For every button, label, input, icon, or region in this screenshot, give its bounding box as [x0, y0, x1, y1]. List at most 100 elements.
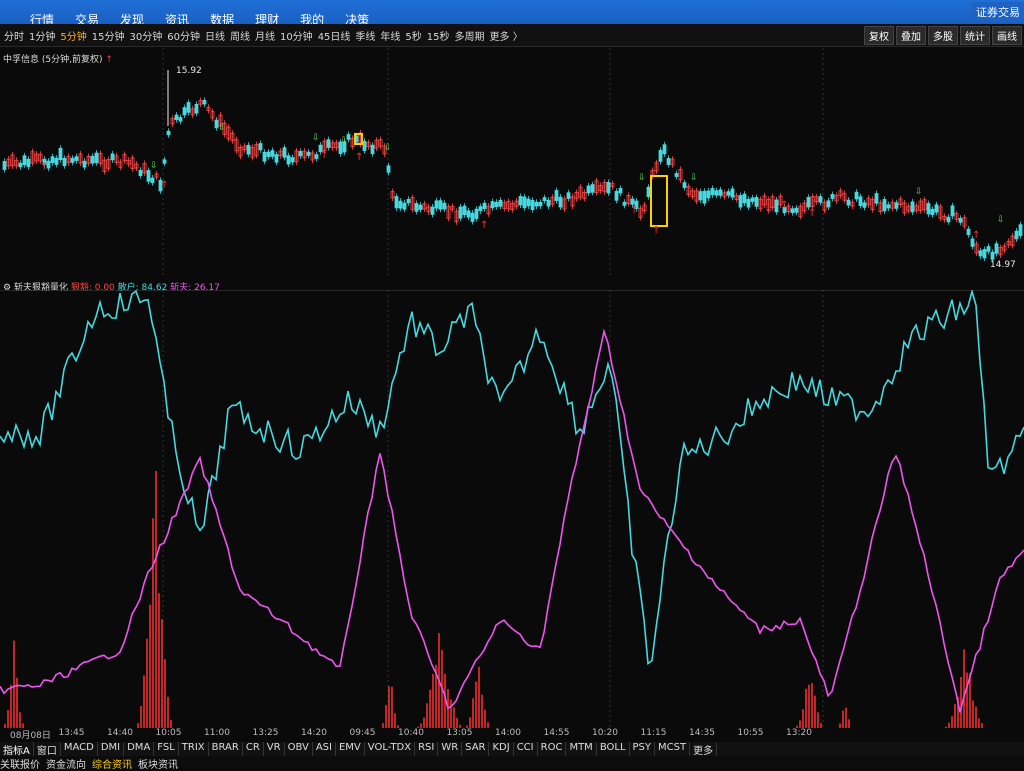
time-tick: 14:00 [495, 728, 521, 738]
candle-body [150, 177, 155, 183]
period-15[interactable]: 多周期 [455, 28, 485, 43]
period-14[interactable]: 15秒 [427, 28, 450, 43]
candle-body [818, 196, 823, 203]
candle-body [662, 144, 667, 155]
tab-5[interactable]: FSL [154, 742, 179, 756]
candle-body [394, 196, 399, 209]
bottom-bar: 关联报价 资金流向 综合资讯 板块资讯 [0, 756, 1024, 771]
candlestick-chart[interactable]: ↑↑↑ ↑↑↑↑↑↑↑⇩⇩⇩ ⇩⇩⇩ ⇩⇩⇩ [0, 48, 1024, 278]
candle-body [750, 197, 755, 202]
candle-body [110, 153, 115, 161]
time-tick: 13:20 [786, 728, 812, 738]
tool-button[interactable]: 画线 [992, 26, 1022, 45]
tool-button[interactable]: 叠加 [896, 26, 926, 45]
candle-body [434, 200, 439, 209]
period-2[interactable]: 5分钟 [60, 28, 86, 43]
tab-18[interactable]: CCI [514, 742, 538, 756]
period-11[interactable]: 季线 [355, 28, 375, 43]
candle-body [854, 191, 859, 200]
tab-23[interactable]: MCST [655, 742, 691, 756]
candle-body [74, 156, 79, 161]
tool-button[interactable]: 多股 [928, 26, 958, 45]
tab-3[interactable]: DMI [98, 742, 125, 756]
candle-body [490, 201, 495, 209]
tab-4[interactable]: DMA [124, 742, 155, 756]
period-10[interactable]: 45日线 [318, 28, 351, 43]
candle-body [18, 162, 23, 168]
tab-10[interactable]: OBV [285, 742, 313, 756]
period-8[interactable]: 月线 [255, 28, 275, 43]
bottom-tab-2[interactable]: 综合资讯 [92, 760, 132, 771]
period-6[interactable]: 日线 [205, 28, 225, 43]
period-3[interactable]: 15分钟 [92, 28, 125, 43]
candle-body [982, 249, 987, 259]
candle-body [494, 201, 499, 208]
highlight-box [650, 175, 668, 227]
bottom-tab-0[interactable]: 关联报价 [0, 760, 40, 771]
candle-body [910, 201, 915, 213]
candle-body [262, 151, 267, 162]
tab-24[interactable]: 更多 [690, 742, 718, 757]
tab-20[interactable]: MTM [566, 742, 597, 756]
tab-2[interactable]: MACD [61, 742, 98, 756]
tab-16[interactable]: SAR [462, 742, 490, 756]
period-13[interactable]: 5秒 [405, 28, 421, 43]
period-0[interactable]: 分时 [4, 28, 24, 43]
candle-body [926, 203, 931, 215]
candle-body [174, 114, 179, 120]
time-tick: 10:55 [737, 728, 764, 738]
tab-9[interactable]: VR [264, 742, 285, 756]
tab-11[interactable]: ASI [313, 742, 336, 756]
time-tick: 14:40 [107, 728, 133, 738]
candle-body [742, 193, 747, 204]
tab-12[interactable]: EMV [336, 742, 365, 756]
candle-body [470, 212, 475, 222]
tab-22[interactable]: PSY [630, 742, 656, 756]
tab-6[interactable]: TRIX [179, 742, 209, 756]
candle-body [186, 102, 191, 113]
candle-body [618, 187, 623, 194]
tab-13[interactable]: VOL-TDX [365, 742, 416, 756]
candle-body [590, 184, 595, 193]
candle-body [658, 150, 663, 162]
tool-button[interactable]: 统计 [960, 26, 990, 45]
candle-body [58, 147, 63, 160]
bottom-tab-1[interactable]: 资金流向 [46, 760, 86, 771]
tab-14[interactable]: RSI [415, 742, 439, 756]
period-12[interactable]: 年线 [380, 28, 400, 43]
bottom-tab-3[interactable]: 板块资讯 [138, 760, 178, 771]
period-5[interactable]: 60分钟 [167, 28, 200, 43]
buy-signal-icon: ↑ [480, 220, 488, 231]
period-7[interactable]: 周线 [230, 28, 250, 43]
candle-body [414, 203, 419, 212]
candle-body [882, 199, 887, 212]
candle-body [630, 198, 635, 205]
period-16[interactable]: 更多 〉 [490, 28, 523, 43]
tab-1[interactable]: 窗口 [34, 742, 61, 757]
tab-7[interactable]: BRAR [209, 742, 243, 756]
tab-17[interactable]: KDJ [489, 742, 514, 756]
candle-body [290, 157, 295, 163]
period-4[interactable]: 30分钟 [129, 28, 162, 43]
candle-body [934, 204, 939, 213]
time-tick: 10:40 [398, 728, 424, 738]
sell-signal-icon: ⇩ [638, 173, 646, 183]
candle-body [474, 208, 479, 219]
period-1[interactable]: 1分钟 [29, 28, 55, 43]
tab-8[interactable]: CR [243, 742, 264, 756]
tab-0[interactable]: 指标A [0, 742, 34, 757]
tab-21[interactable]: BOLL [597, 742, 630, 756]
indicator-chart[interactable] [0, 290, 1024, 745]
candle-body [466, 210, 471, 218]
candle-body [886, 204, 891, 209]
candle-body [958, 217, 963, 223]
candle-body [698, 191, 703, 201]
candle-body [326, 139, 331, 148]
tab-19[interactable]: ROC [538, 742, 567, 756]
tab-15[interactable]: WR [438, 742, 463, 756]
sell-signal-icon: ⇩ [312, 133, 320, 143]
period-9[interactable]: 10分钟 [280, 28, 313, 43]
candle-body [26, 158, 31, 168]
candle-body [774, 199, 779, 213]
tool-button[interactable]: 复权 [864, 26, 894, 45]
